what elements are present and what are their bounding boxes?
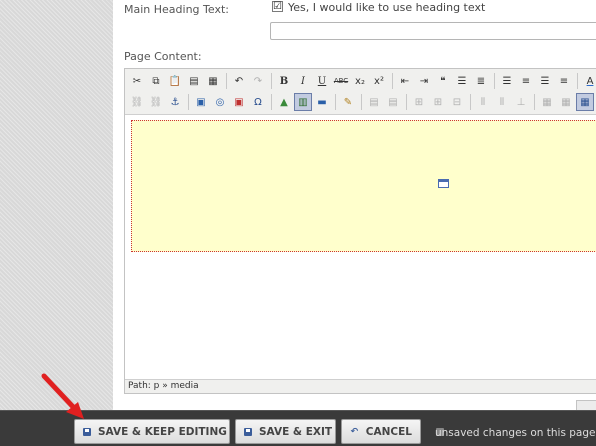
edit-css-icon[interactable]: ✎ — [339, 93, 357, 111]
floppy-disk-icon — [244, 427, 252, 436]
use-heading-checkbox[interactable]: ☑ — [272, 1, 283, 12]
separator — [577, 73, 578, 89]
separator — [335, 94, 336, 110]
image-icon[interactable]: ▣ — [192, 93, 210, 111]
separator — [361, 94, 362, 110]
cancel-label: CANCEL — [365, 425, 412, 438]
floppy-disk-icon — [83, 427, 91, 436]
table-col-after-icon[interactable]: ⫴ — [493, 93, 511, 111]
insert-table-icon[interactable]: ▦ — [576, 93, 594, 111]
undo-icon[interactable]: ↶ — [230, 72, 248, 90]
rich-text-editor: ✂ ⧉ 📋 ▤ ▦ ↶ ↷ B I U ABC x₂ x² ⇤ ⇥ ❝ ☰ ≣ … — [124, 68, 596, 394]
separator — [534, 94, 535, 110]
bold-icon[interactable]: B — [275, 72, 293, 90]
underline-icon[interactable]: U — [313, 72, 331, 90]
align-justify-icon[interactable]: ≡ — [555, 72, 573, 90]
paste-word-icon[interactable]: ▦ — [204, 72, 222, 90]
delete-row-icon[interactable]: ▤ — [384, 93, 402, 111]
bottom-action-bar: SAVE & KEEP EDITING SAVE & EXIT ↶ CANCEL… — [0, 410, 596, 446]
save-exit-label: SAVE & EXIT — [259, 425, 333, 438]
media-placeholder[interactable] — [131, 120, 596, 252]
unlink-icon[interactable]: ⛓ — [147, 93, 165, 111]
table-row-after-icon[interactable]: ⊞ — [429, 93, 447, 111]
toolbar-row-2: ⛓ ⛓ ⚓ ▣ ◎ ▣ Ω ▲ ▥ ▬ ✎ ▤ ▤ ⊞ ⊞ ⊟ ⫴ ⫴ ⊥ ▦ … — [128, 92, 596, 112]
separator — [271, 73, 272, 89]
heading-text-input[interactable] — [270, 22, 596, 40]
toolbar-row-1: ✂ ⧉ 📋 ▤ ▦ ↶ ↷ B I U ABC x₂ x² ⇤ ⇥ ❝ ☰ ≣ … — [128, 71, 596, 91]
separator — [406, 94, 407, 110]
page-content-label: Page Content: — [124, 50, 202, 63]
align-center-icon[interactable]: ≡ — [517, 72, 535, 90]
pdf-icon[interactable]: ▣ — [230, 93, 248, 111]
anchor-icon[interactable]: ⚓ — [166, 93, 184, 111]
cancel-button[interactable]: ↶ CANCEL — [341, 419, 421, 444]
superscript-icon[interactable]: x² — [370, 72, 388, 90]
insert-image-icon[interactable]: ▲ — [275, 93, 293, 111]
editor-toolbar: ✂ ⧉ 📋 ▤ ▦ ↶ ↷ B I U ABC x₂ x² ⇤ ⇥ ❝ ☰ ≣ … — [125, 69, 596, 115]
media-icon[interactable]: ▥ — [294, 93, 312, 111]
editor-content-area[interactable] — [125, 116, 596, 380]
strikethrough-icon[interactable]: ABC — [332, 72, 350, 90]
paste-text-icon[interactable]: ▤ — [185, 72, 203, 90]
separator — [494, 73, 495, 89]
table-split-icon[interactable]: ▦ — [538, 93, 556, 111]
bullet-list-icon[interactable]: ☰ — [453, 72, 471, 90]
insert-row-icon[interactable]: ▤ — [365, 93, 383, 111]
indent-icon[interactable]: ⇥ — [415, 72, 433, 90]
separator — [188, 94, 189, 110]
paste-icon[interactable]: 📋 — [166, 72, 184, 90]
italic-icon[interactable]: I — [294, 72, 312, 90]
flash-icon[interactable]: ◎ — [211, 93, 229, 111]
editor-path-bar: Path: p » media — [125, 379, 596, 393]
align-right-icon[interactable]: ☰ — [536, 72, 554, 90]
save-keep-editing-button[interactable]: SAVE & KEEP EDITING — [74, 419, 230, 444]
table-row-before-icon[interactable]: ⊞ — [410, 93, 428, 111]
table-col-before-icon[interactable]: ⫴ — [474, 93, 492, 111]
table-delete-col-icon[interactable]: ⊥ — [512, 93, 530, 111]
save-keep-editing-label: SAVE & KEEP EDITING — [98, 425, 227, 438]
align-left-icon[interactable]: ☰ — [498, 72, 516, 90]
undo-arrow-icon: ↶ — [350, 426, 359, 437]
separator — [470, 94, 471, 110]
separator — [392, 73, 393, 89]
main-heading-label: Main Heading Text: — [124, 3, 229, 16]
redo-icon[interactable]: ↷ — [249, 72, 267, 90]
resize-handle[interactable] — [576, 400, 596, 410]
table-merge-icon[interactable]: ▦ — [557, 93, 575, 111]
separator — [271, 94, 272, 110]
horizontal-rule-icon[interactable]: ▬ — [313, 93, 331, 111]
special-char-icon[interactable]: Ω — [249, 93, 267, 111]
numbered-list-icon[interactable]: ≣ — [472, 72, 490, 90]
copy-icon[interactable]: ⧉ — [147, 72, 165, 90]
separator — [226, 73, 227, 89]
outdent-icon[interactable]: ⇤ — [396, 72, 414, 90]
media-placeholder-icon — [438, 179, 449, 188]
save-exit-button[interactable]: SAVE & EXIT — [235, 419, 336, 444]
link-icon[interactable]: ⛓ — [128, 93, 146, 111]
table-delete-row-icon[interactable]: ⊟ — [448, 93, 466, 111]
cut-icon[interactable]: ✂ — [128, 72, 146, 90]
use-heading-label: Yes, I would like to use heading text — [288, 1, 486, 14]
unsaved-status-text: unsaved changes on this page — [435, 427, 596, 439]
subscript-icon[interactable]: x₂ — [351, 72, 369, 90]
blockquote-icon[interactable]: ❝ — [434, 72, 452, 90]
text-color-icon[interactable]: A — [581, 72, 596, 90]
